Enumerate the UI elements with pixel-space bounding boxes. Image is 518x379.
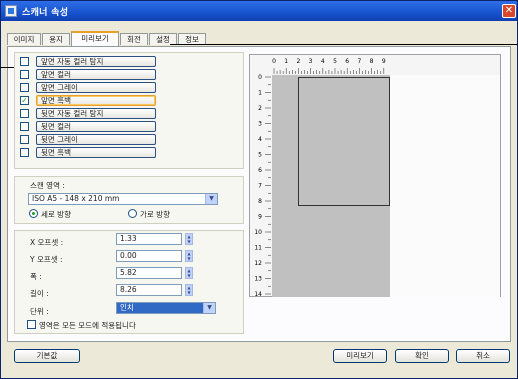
option-checkbox[interactable] bbox=[20, 83, 29, 92]
ruler-left-label: 8 bbox=[258, 198, 262, 205]
landscape-label: 가로 방향 bbox=[140, 210, 170, 219]
x-offset-label: X 오프셋 : bbox=[30, 238, 64, 247]
preview-area: 0123456789 0 1 2 3 4 5 6 7 8 9 10 11 12 13 14 bbox=[249, 54, 501, 298]
option-button-front-color[interactable]: 앞면 컬러 bbox=[36, 69, 156, 80]
scan-area-value: ISO A5 - 148 x 210 mm bbox=[32, 194, 120, 203]
tab-image[interactable]: 이미지 bbox=[7, 33, 41, 45]
apply-all-checkbox[interactable] bbox=[27, 320, 36, 329]
ruler-left-label: 13 bbox=[254, 276, 262, 283]
option-button-back-color[interactable]: 뒷면 컬러 bbox=[36, 121, 156, 132]
ruler-left-label: 5 bbox=[258, 152, 262, 159]
ruler-left-label: 2 bbox=[258, 105, 262, 112]
option-button-front-bw[interactable]: 앞면 흑백 bbox=[36, 95, 156, 106]
option-checkbox-checked[interactable]: ✓ bbox=[20, 96, 29, 105]
width-spinner[interactable]: ▲ ▼ bbox=[185, 267, 193, 279]
unit-label: 단위 : bbox=[30, 307, 49, 316]
length-spinner[interactable]: ▲ ▼ bbox=[185, 284, 193, 296]
apply-all-label: 영역은 모든 모드에 적용됩니다 bbox=[39, 321, 136, 330]
left-ruler: 01234567891011121314 bbox=[254, 74, 271, 298]
option-button-back-auto-color[interactable]: 뒷면 자동 컬러 탐지 bbox=[36, 108, 156, 119]
ruler-left-label: 4 bbox=[258, 136, 262, 143]
chevron-down-icon[interactable]: ▼ bbox=[205, 194, 217, 204]
ruler-top-label: 4 bbox=[321, 58, 325, 65]
callout-line-top bbox=[170, 44, 518, 45]
bed-blank-area bbox=[390, 75, 500, 297]
default-button[interactable]: 기본값 bbox=[14, 349, 80, 363]
scan-area-select[interactable]: ISO A5 - 148 x 210 mm ▼ bbox=[28, 193, 218, 205]
ruler-top-label: 7 bbox=[357, 58, 361, 65]
close-icon[interactable]: ✕ bbox=[502, 4, 516, 18]
option-button-front-gray[interactable]: 앞면 그레이 bbox=[36, 82, 156, 93]
option-checkbox[interactable] bbox=[20, 109, 29, 118]
ruler-left-label: 1 bbox=[258, 90, 262, 97]
ruler-left-label: 7 bbox=[258, 183, 262, 190]
option-checkbox[interactable] bbox=[20, 70, 29, 79]
ruler-top-label: 5 bbox=[333, 58, 337, 65]
ruler-top-label: 0 bbox=[272, 58, 276, 65]
tab-paper[interactable]: 용지 bbox=[42, 33, 70, 45]
scan-area-label: 스캔 영역 : bbox=[30, 181, 65, 190]
ruler-left-label: 12 bbox=[254, 260, 262, 267]
option-checkbox[interactable] bbox=[20, 148, 29, 157]
ruler-left-label: 10 bbox=[254, 229, 262, 236]
ruler-top-label: 9 bbox=[382, 58, 386, 65]
ruler-top-label: 8 bbox=[370, 58, 374, 65]
window-title: 스캐너 속성 bbox=[22, 8, 69, 18]
preview-button[interactable]: 미리보기 bbox=[333, 349, 387, 363]
option-button-back-bw[interactable]: 뒷면 흑백 bbox=[36, 147, 156, 158]
width-label: 폭 : bbox=[30, 272, 42, 281]
scan-region-frame[interactable] bbox=[298, 77, 390, 206]
landscape-radio[interactable] bbox=[128, 209, 137, 218]
ruler-top-label: 6 bbox=[345, 58, 349, 65]
ruler-top-label: 3 bbox=[309, 58, 313, 65]
y-offset-label: Y 오프셋 : bbox=[30, 255, 63, 264]
option-button-front-auto-color[interactable]: 앞면 자동 컬러 탐지 bbox=[36, 56, 156, 67]
chevron-down-icon[interactable]: ▼ bbox=[203, 303, 215, 313]
x-offset-spinner[interactable]: ▲ ▼ bbox=[185, 233, 193, 245]
ruler-left-label: 3 bbox=[258, 121, 262, 128]
ruler-left-label: 6 bbox=[258, 167, 262, 174]
title-bar: 스캐너 속성 ✕ bbox=[1, 1, 517, 21]
unit-value: 인치 bbox=[120, 303, 134, 312]
ruler-left-label: 11 bbox=[254, 245, 262, 252]
portrait-label: 세로 방향 bbox=[41, 210, 71, 219]
tab-rotation[interactable]: 회전 bbox=[120, 33, 148, 45]
portrait-radio[interactable] bbox=[29, 209, 38, 218]
y-offset-input[interactable]: 0.00 bbox=[116, 250, 182, 262]
ruler-top-label: 1 bbox=[284, 58, 288, 65]
option-checkbox[interactable] bbox=[20, 57, 29, 66]
ruler-top-label: 2 bbox=[296, 58, 300, 65]
ruler-left-label: 9 bbox=[258, 214, 262, 221]
top-ruler: 0 1 2 3 4 5 6 7 8 9 bbox=[272, 58, 386, 74]
y-offset-spinner[interactable]: ▲ ▼ bbox=[185, 250, 193, 262]
length-label: 길이 : bbox=[30, 289, 49, 298]
cancel-button[interactable]: 취소 bbox=[456, 349, 510, 363]
tab-preview[interactable]: 미리보기 bbox=[71, 31, 119, 46]
ruler-left-label: 14 bbox=[254, 291, 262, 298]
option-button-back-gray[interactable]: 뒷면 그레이 bbox=[36, 134, 156, 145]
option-checkbox[interactable] bbox=[20, 135, 29, 144]
unit-select[interactable]: 인치 ▼ bbox=[116, 302, 216, 314]
scanner-app-icon bbox=[5, 5, 17, 17]
option-checkbox[interactable] bbox=[20, 122, 29, 131]
length-input[interactable]: 8.26 bbox=[116, 284, 182, 296]
ok-button[interactable]: 확인 bbox=[395, 349, 449, 363]
ruler-left-label: 0 bbox=[258, 74, 262, 81]
width-input[interactable]: 5.82 bbox=[116, 267, 182, 279]
x-offset-input[interactable]: 1.33 bbox=[116, 233, 182, 245]
